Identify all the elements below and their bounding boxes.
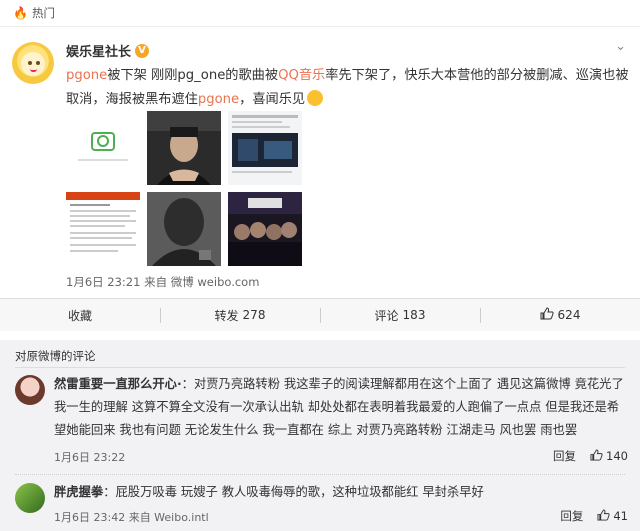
post-card: 娱乐星社长 V ⌄ pgone被下架 刚刚pg_one的歌曲被QQ音乐率先下架了…: [0, 27, 640, 331]
reply-button[interactable]: 回复: [553, 448, 576, 464]
post-timestamp[interactable]: 1月6日 23:21 来自 微博 weibo.com: [66, 274, 259, 290]
comments-section: 对原微博的评论 然雷重要一直那么开心·：对贾乃亮路转粉 我这辈子的阅读理解都用在…: [0, 340, 640, 531]
thumbs-up-icon: [597, 508, 610, 524]
divider: [15, 474, 625, 475]
image-thumbnail[interactable]: [228, 192, 302, 266]
comment-count: 183: [402, 308, 426, 322]
thumbs-up-icon: [590, 448, 603, 464]
post-text-part3: ，喜闻乐见: [239, 92, 306, 107]
comment-button[interactable]: 评论 183: [320, 299, 480, 331]
repost-label: 转发: [214, 308, 239, 323]
repost-button[interactable]: 转发 278: [160, 299, 320, 331]
comment-time: 1月6日 23:22: [54, 451, 126, 464]
author-name[interactable]: 娱乐星社长 V: [66, 41, 150, 60]
hashtag-link[interactable]: pgone: [198, 92, 239, 107]
image-thumbnail[interactable]: [66, 111, 140, 185]
commenter-name[interactable]: 然雷重要一直那么开心·: [54, 377, 182, 391]
hashtag-link[interactable]: QQ音乐: [278, 68, 325, 83]
hot-label: 热门: [31, 6, 55, 20]
repost-count: 278: [242, 308, 266, 322]
comment-body: 然雷重要一直那么开心·：对贾乃亮路转粉 我这辈子的阅读理解都用在这个上面了 遇见…: [54, 373, 629, 442]
fire-icon: 🔥: [13, 6, 28, 20]
favorite-label: 收藏: [67, 308, 92, 323]
comment-body: 胖虎握拳：屁股万吸毒 玩嫂子 教人吸毒侮辱的歌，这种垃圾都能红 早封杀早好: [54, 481, 629, 504]
post-text: pgone被下架 刚刚pg_one的歌曲被QQ音乐率先下架了，快乐大本营他的部分…: [66, 64, 632, 112]
comment-text: ：屁股万吸毒 玩嫂子 教人吸毒侮辱的歌，这种垃圾都能红 早封杀早好: [103, 485, 484, 499]
image-thumbnail[interactable]: [66, 192, 140, 266]
commenter-avatar[interactable]: [15, 375, 45, 405]
favorite-button[interactable]: 收藏: [0, 299, 160, 331]
comment-like-count: 140: [606, 449, 628, 463]
commenter-avatar[interactable]: [15, 483, 45, 513]
divider: [15, 367, 625, 368]
comment-label: 评论: [374, 308, 399, 323]
image-thumbnail[interactable]: [228, 111, 302, 185]
comment-actions: 回复 41: [560, 508, 628, 524]
reply-button[interactable]: 回复: [560, 508, 583, 524]
image-thumbnail[interactable]: [147, 192, 221, 266]
commenter-name[interactable]: 胖虎握拳: [54, 485, 103, 499]
action-bar: 收藏 转发 278 评论 183 624: [0, 298, 640, 331]
comment-actions: 回复 140: [553, 448, 628, 464]
like-button[interactable]: 624: [480, 299, 640, 331]
thumbs-up-icon: [540, 307, 554, 323]
author-avatar[interactable]: [12, 42, 54, 84]
author-name-text[interactable]: 娱乐星社长: [66, 41, 131, 60]
chevron-down-icon[interactable]: ⌄: [615, 39, 626, 54]
image-thumbnail[interactable]: [147, 111, 221, 185]
verified-badge-icon: V: [135, 43, 150, 58]
hashtag-link[interactable]: pgone: [66, 68, 107, 83]
hot-header: 🔥 热门: [0, 0, 640, 27]
post-text-part1: 被下架 刚刚pg_one的歌曲被: [107, 68, 279, 83]
comment-like-count: 41: [613, 509, 628, 523]
comment-time: 1月6日 23:42 来自 Weibo.intl: [54, 511, 209, 524]
like-count: 624: [557, 308, 581, 322]
comment-like-button[interactable]: 41: [597, 508, 628, 524]
comments-title: 对原微博的评论: [15, 349, 96, 363]
emoji-icon: [307, 90, 324, 106]
comment-like-button[interactable]: 140: [590, 448, 628, 464]
